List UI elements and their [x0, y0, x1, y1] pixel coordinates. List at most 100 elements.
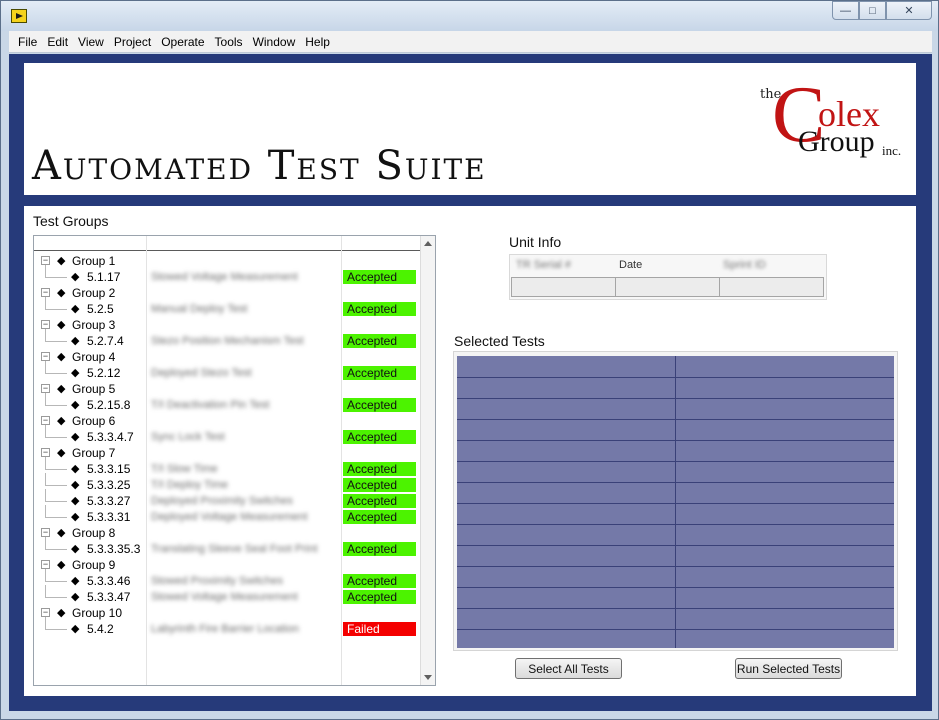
tree-test-row[interactable]: ◆ 5.3.3.31 Deployed Voltage Measurement Acc… [34, 505, 421, 525]
selected-tests-grid[interactable] [457, 356, 894, 648]
tree-connector [45, 485, 67, 486]
select-all-tests-button[interactable]: Select All Tests [515, 658, 622, 679]
test-name: Deployed Voltage Measurement [151, 511, 308, 523]
tree-test-row[interactable]: ◆ 5.3.3.35.3 Translating Sleeve Seal Foot … [34, 537, 421, 557]
test-name: T/I Slow Time [151, 463, 218, 475]
collapse-icon[interactable]: − [41, 448, 50, 457]
tree-test-row[interactable]: ◆ 5.3.3.4.7 Sync Lock Test Accepted [34, 425, 421, 445]
status-badge: Accepted [343, 462, 416, 476]
tree-test-row[interactable]: ◆ 5.1.17 Stowed Voltage Measurement Accepte… [34, 265, 421, 285]
tree-group-row[interactable]: − ◆ Group 8 [34, 525, 421, 541]
tree-connector [45, 501, 67, 502]
selected-tests-table[interactable] [453, 351, 898, 651]
tree-test-row[interactable]: ◆ 5.3.3.27 Deployed Proximity Switches Acce… [34, 489, 421, 509]
test-id: 5.2.7.4 [87, 334, 124, 348]
collapse-icon[interactable]: − [41, 352, 50, 361]
grid-row-line [457, 524, 894, 525]
menu-project[interactable]: Project [109, 35, 156, 49]
maximize-button[interactable]: □ [859, 1, 886, 20]
tree-group-row[interactable]: − ◆ Group 9 [34, 557, 421, 573]
diamond-icon: ◆ [57, 255, 66, 267]
close-button[interactable]: ✕ [886, 1, 932, 20]
collapse-icon[interactable]: − [41, 288, 50, 297]
tree-test-row[interactable]: ◆ 5.2.12 Deployed Stezo Test Accepted [34, 361, 421, 381]
collapse-icon[interactable]: − [41, 560, 50, 569]
collapse-icon[interactable]: − [41, 384, 50, 393]
tree-connector [45, 629, 67, 630]
run-selected-tests-button[interactable]: Run Selected Tests [735, 658, 842, 679]
labview-app-icon [11, 9, 27, 23]
tree-group-row[interactable]: − ◆ Group 4 [34, 349, 421, 365]
collapse-icon[interactable]: − [41, 416, 50, 425]
menu-help[interactable]: Help [300, 35, 335, 49]
tree-connector [45, 473, 46, 485]
diamond-icon: ◆ [71, 463, 80, 475]
menu-file[interactable]: File [13, 35, 42, 49]
scroll-up-icon[interactable] [424, 241, 432, 246]
unit-info-serial-field[interactable] [511, 277, 616, 297]
grid-row-line [457, 503, 894, 504]
test-groups-tree[interactable]: − ◆ Group 1 ◆ 5.1.17 Stowed Voltage Measureme… [33, 235, 436, 686]
test-id: 5.3.3.46 [87, 574, 131, 588]
tree-test-row[interactable]: ◆ 5.3.3.46 Stowed Proximity Switches Accept… [34, 569, 421, 589]
test-name: T/I Deploy Time [151, 479, 229, 491]
tree-test-row[interactable]: ◆ 5.4.2 Labyrinth Fire Barrier Location Fai… [34, 617, 421, 637]
tree-connector [45, 425, 46, 437]
title-bar[interactable]: — □ ✕ [1, 1, 938, 31]
group-label: Group 5 [72, 382, 116, 396]
menu-edit[interactable]: Edit [42, 35, 73, 49]
menu-operate[interactable]: Operate [156, 35, 209, 49]
test-id: 5.2.15.8 [87, 398, 131, 412]
tree-connector [45, 361, 46, 373]
unit-info-table: TR Serial # Date Sprint ID [509, 254, 827, 300]
diamond-icon: ◆ [57, 383, 66, 395]
collapse-icon[interactable]: − [41, 256, 50, 265]
menu-window[interactable]: Window [248, 35, 301, 49]
test-name: Deployed Stezo Test [151, 367, 252, 379]
scroll-down-icon[interactable] [424, 675, 432, 680]
tree-test-row[interactable]: ◆ 5.3.3.25 T/I Deploy Time Accepted [34, 473, 421, 493]
collapse-icon[interactable]: − [41, 320, 50, 329]
menu-view[interactable]: View [73, 35, 109, 49]
tree-connector [45, 489, 46, 501]
unit-info-col-date: Date [619, 259, 643, 271]
tree-group-row[interactable]: − ◆ Group 6 [34, 413, 421, 429]
unit-info-sprint-field[interactable] [719, 277, 824, 297]
tree-scrollbar[interactable] [420, 236, 435, 685]
test-id: 5.2.5 [87, 302, 114, 316]
tree-connector [45, 329, 46, 341]
tree-group-row[interactable]: − ◆ Group 5 [34, 381, 421, 397]
test-id: 5.3.3.27 [87, 494, 131, 508]
tree-group-row[interactable]: − ◆ Group 2 [34, 285, 421, 301]
tree-connector [45, 469, 67, 470]
test-name: Manual Deploy Test [151, 303, 248, 315]
tree-group-row[interactable]: − ◆ Group 10 [34, 605, 421, 621]
tree-test-row[interactable]: ◆ 5.3.3.47 Stowed Voltage Measurement Accep… [34, 585, 421, 605]
grid-row-line [457, 608, 894, 609]
logo-group: Group [798, 125, 875, 158]
diamond-icon: ◆ [57, 287, 66, 299]
test-id: 5.1.17 [87, 270, 121, 284]
menu-tools[interactable]: Tools [210, 35, 248, 49]
collapse-icon[interactable]: − [41, 528, 50, 537]
tree-group-row[interactable]: − ◆ Group 3 [34, 317, 421, 333]
tree-test-row[interactable]: ◆ 5.2.7.4 Stezo Position Mechanism Test Acc… [34, 329, 421, 349]
diamond-icon: ◆ [71, 495, 80, 507]
unit-info-date-field[interactable] [615, 277, 720, 297]
tree-test-row[interactable]: ◆ 5.3.3.15 T/I Slow Time Accepted [34, 457, 421, 477]
diamond-icon: ◆ [71, 431, 80, 443]
test-id: 5.4.2 [87, 622, 114, 636]
test-name: Stezo Position Mechanism Test [151, 335, 304, 347]
collapse-icon[interactable]: − [41, 608, 50, 617]
tree-test-row[interactable]: ◆ 5.2.5 Manual Deploy Test Accepted [34, 297, 421, 317]
tree-connector [45, 517, 67, 518]
minimize-button[interactable]: — [832, 1, 859, 20]
test-id: 5.3.3.35.3 [87, 542, 141, 556]
status-badge: Accepted [343, 398, 416, 412]
group-label: Group 7 [72, 446, 116, 460]
tree-group-row[interactable]: − ◆ Group 7 [34, 445, 421, 461]
tree-connector [45, 309, 67, 310]
tree-group-row[interactable]: − ◆ Group 1 [34, 253, 421, 269]
tree-test-row[interactable]: ◆ 5.2.15.8 T/I Deactivation Pin Test Accept… [34, 393, 421, 413]
group-label: Group 10 [72, 606, 123, 620]
